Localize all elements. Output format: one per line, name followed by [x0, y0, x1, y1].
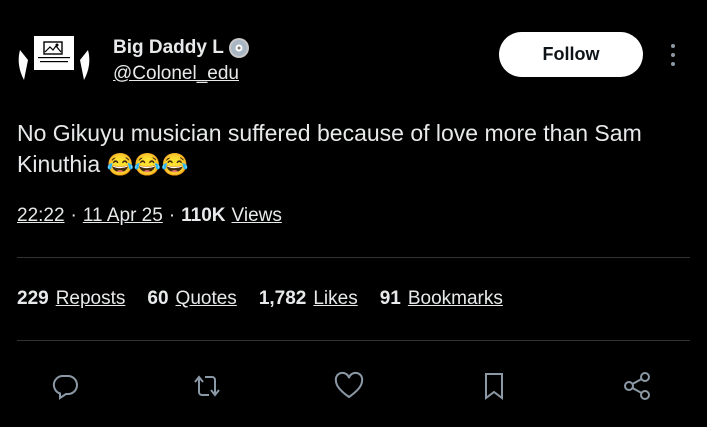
action-bar [0, 368, 707, 408]
bookmark-button[interactable] [476, 368, 512, 404]
tweet-date[interactable]: 11 Apr 25 [83, 205, 163, 227]
avatar[interactable] [14, 20, 94, 100]
reposts-count: 229 [17, 288, 49, 309]
heart-icon [334, 371, 364, 399]
stat-reposts[interactable]: 229 Reposts [17, 288, 125, 310]
share-icon [624, 372, 650, 400]
likes-count: 1,782 [258, 288, 307, 309]
reply-icon [52, 375, 78, 400]
stat-likes[interactable]: 1,782 Likes [259, 288, 358, 310]
share-button[interactable] [619, 368, 655, 404]
tweet-text: No Gikuyu musician suffered because of l… [17, 118, 687, 180]
reply-button[interactable] [47, 368, 83, 404]
bookmark-icon [485, 373, 503, 400]
quotes-label: Quotes [175, 288, 237, 309]
likes-label: Likes [313, 288, 358, 309]
divider [17, 257, 690, 258]
like-button[interactable] [331, 368, 367, 404]
author-display-name[interactable]: Big Daddy L [113, 37, 224, 59]
divider [17, 340, 690, 341]
views-count: 110K [181, 205, 226, 226]
follow-button[interactable]: Follow [499, 32, 643, 77]
cd-disc-icon [228, 38, 249, 58]
quotes-count: 60 [147, 288, 169, 309]
tweet-time[interactable]: 22:22 [17, 205, 65, 227]
author-handle[interactable]: @Colonel_edu [113, 63, 239, 85]
reposts-label: Reposts [55, 288, 126, 309]
bookmarks-count: 91 [379, 288, 401, 309]
stat-bookmarks[interactable]: 91 Bookmarks [380, 288, 503, 310]
more-options-icon[interactable] [663, 40, 683, 70]
repost-icon [194, 375, 220, 397]
engagement-stats: 229 Reposts 60 Quotes 1,782 Likes 91 Boo… [17, 288, 503, 310]
meta-separator: · [168, 205, 176, 226]
tweet-meta: 22:22 · 11 Apr 25 · 110K Views [17, 205, 282, 227]
meta-separator: · [70, 205, 77, 226]
repost-button[interactable] [189, 368, 225, 404]
stat-quotes[interactable]: 60 Quotes [147, 288, 236, 310]
author-name-row[interactable]: Big Daddy L [113, 37, 250, 59]
avatar-image [18, 36, 90, 80]
bookmarks-label: Bookmarks [407, 288, 503, 309]
views-label[interactable]: Views [232, 205, 282, 227]
tweet-emojis: 😂😂😂 [106, 152, 189, 177]
